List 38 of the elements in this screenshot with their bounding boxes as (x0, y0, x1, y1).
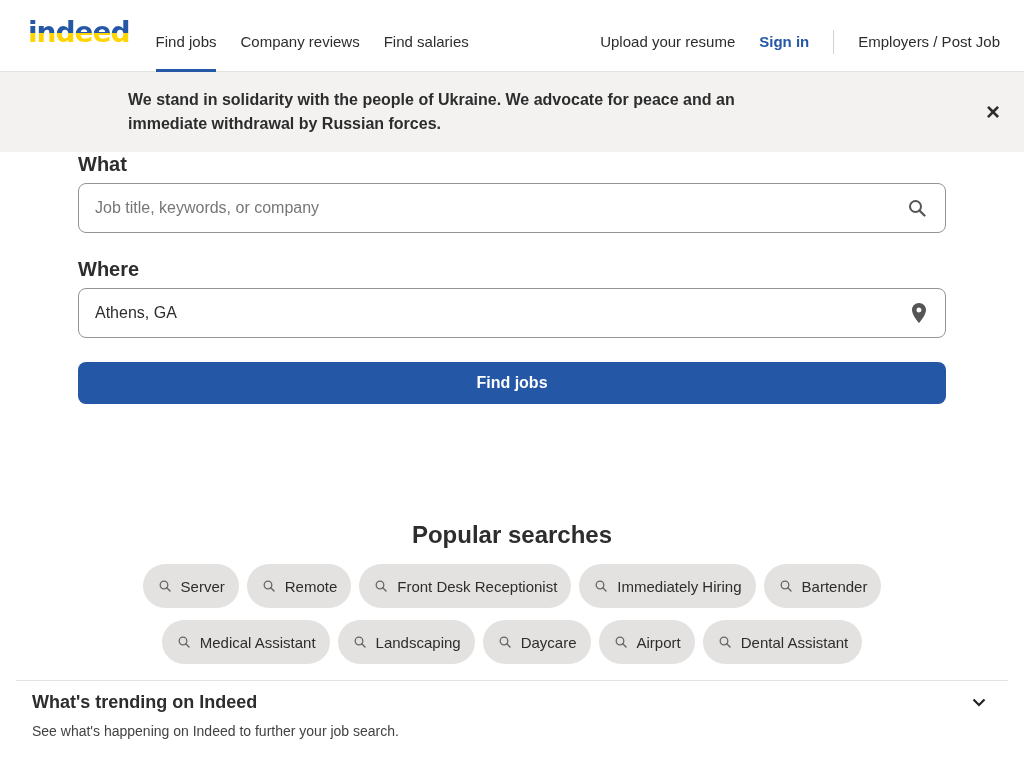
search-icon (262, 580, 275, 592)
trending-heading: What's trending on Indeed (32, 691, 258, 714)
search-chip[interactable]: Landscaping (337, 620, 475, 664)
search-icon (177, 636, 190, 648)
search-chip[interactable]: Medical Assistant (161, 620, 330, 664)
search-icon (353, 636, 366, 648)
what-field[interactable]: Job title, keywords, or company (78, 183, 946, 233)
nav-tab[interactable]: Company reviews (240, 0, 360, 72)
search-icon (375, 580, 388, 592)
where-label: Where (78, 257, 141, 281)
upload-resume-link[interactable]: Upload your resume (600, 33, 736, 50)
search-chip[interactable]: Immediately Hiring (579, 564, 756, 608)
search-icon (498, 636, 511, 648)
search-chip[interactable]: Bartender (763, 564, 882, 608)
search-icon (779, 580, 792, 592)
search-icon (158, 580, 171, 592)
employers-link[interactable]: Employers / Post Job (858, 33, 1000, 50)
close-button[interactable]: × (982, 98, 1004, 126)
search-icon (718, 636, 731, 648)
search-chip[interactable]: Daycare (482, 620, 591, 664)
search-chip[interactable]: Remote (246, 564, 352, 608)
search-icon (614, 636, 627, 648)
location-pin-icon (912, 303, 926, 323)
search-icon (595, 580, 608, 592)
popular-searches-heading: Popular searches (411, 520, 613, 550)
find-jobs-button[interactable]: Find jobs (78, 362, 946, 404)
chevron-down-icon[interactable] (972, 697, 986, 707)
search-chip[interactable]: Dental Assistant (702, 620, 863, 664)
search-chip[interactable]: Front Desk Receptionist (359, 564, 572, 608)
sign-in-link[interactable]: Sign in (759, 33, 810, 50)
trending-subtitle: See what's happening on Indeed to further your job search. (32, 723, 400, 739)
where-field[interactable]: Athens, GA (78, 288, 946, 338)
banner-text: We stand in solidarity with the people of Ukraine. We advocate for peace and an immediate withdrawal by Russian forces. (128, 90, 736, 134)
search-icon (908, 199, 926, 217)
what-label: What (78, 152, 128, 176)
search-chip[interactable]: Server (142, 564, 239, 608)
search-chip[interactable]: Airport (598, 620, 695, 664)
nav-tab[interactable]: Find salaries (383, 0, 469, 72)
